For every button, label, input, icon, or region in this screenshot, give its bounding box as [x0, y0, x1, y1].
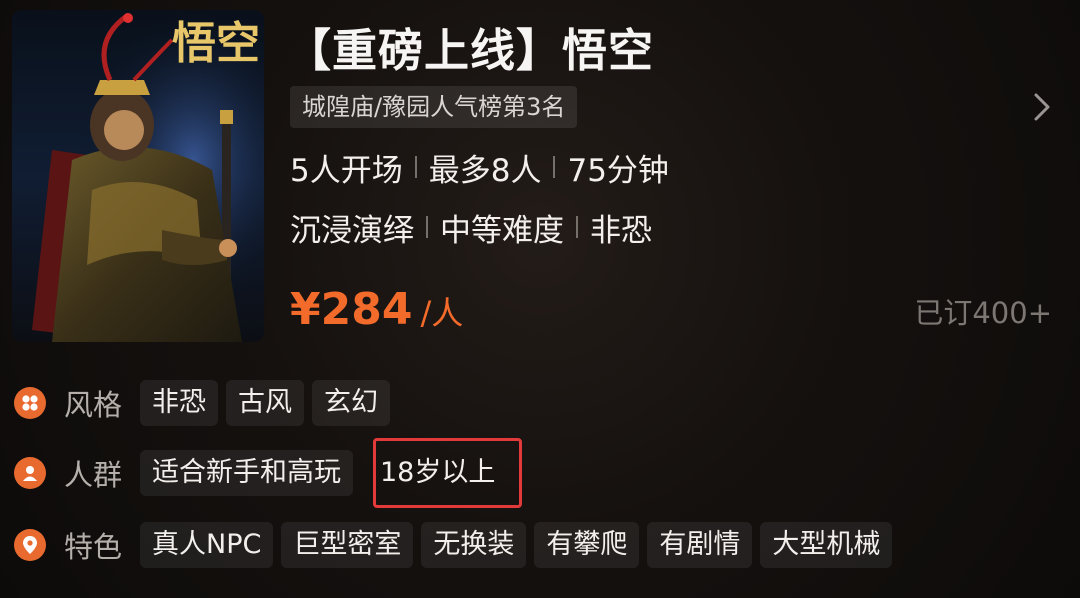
tag-chip-highlighted: 18岁以上	[373, 438, 523, 508]
poster-artwork: 悟空	[12, 10, 264, 342]
tag-chip: 有攀爬	[534, 522, 640, 568]
tag-chip: 非恐	[140, 380, 218, 426]
divider	[414, 156, 417, 178]
price-amount: ¥284	[290, 284, 413, 335]
price: ¥284 /人	[290, 284, 463, 335]
meta-row-type: 沉浸演绎 中等难度 非恐	[290, 206, 652, 249]
meta-format: 沉浸演绎	[290, 212, 414, 249]
tag-row-crowd: 人群 适合新手和高玩 18岁以上	[14, 438, 523, 508]
meta-duration: 75分钟	[567, 152, 669, 189]
tag-chip: 无换装	[421, 522, 527, 568]
person-icon	[14, 457, 46, 489]
tag-chip: 玄幻	[312, 380, 390, 426]
tag-row-style: 风格 非恐 古风 玄幻	[14, 380, 390, 426]
tag-chip: 巨型密室	[281, 522, 414, 568]
page-title: 【重磅上线】悟空	[286, 24, 655, 77]
chevron-right-icon[interactable]	[1030, 92, 1056, 122]
meta-min-players: 5人开场	[290, 152, 403, 189]
meta-horror-level: 非恐	[590, 212, 652, 249]
meta-max-players: 最多8人	[428, 152, 542, 189]
tag-chip: 适合新手和高玩	[140, 450, 353, 496]
divider	[426, 216, 428, 238]
rank-badge[interactable]: 城隍庙/豫园人气榜第3名	[290, 86, 578, 128]
divider	[576, 216, 578, 238]
tag-chip: 大型机械	[760, 522, 893, 568]
tag-label-feature: 特色	[64, 530, 123, 564]
price-unit: /人	[420, 294, 464, 332]
meta-row-capacity: 5人开场 最多8人 75分钟	[290, 146, 669, 189]
tag-chip: 古风	[226, 380, 304, 426]
divider	[553, 156, 556, 178]
tag-label-style: 风格	[64, 388, 123, 422]
booked-count: 已订400+	[914, 296, 1052, 330]
poster-title: 悟空	[172, 18, 260, 69]
tag-chip: 真人NPC	[140, 522, 274, 568]
tag-label-crowd: 人群	[64, 458, 123, 492]
tag-chip: 有剧情	[647, 522, 753, 568]
location-pin-icon	[14, 529, 46, 561]
tag-row-feature: 特色 真人NPC 巨型密室 无换装 有攀爬 有剧情 大型机械	[14, 522, 893, 568]
four-petal-icon	[14, 387, 46, 419]
poster-image[interactable]: 悟空	[12, 10, 264, 342]
meta-difficulty: 中等难度	[440, 212, 564, 249]
